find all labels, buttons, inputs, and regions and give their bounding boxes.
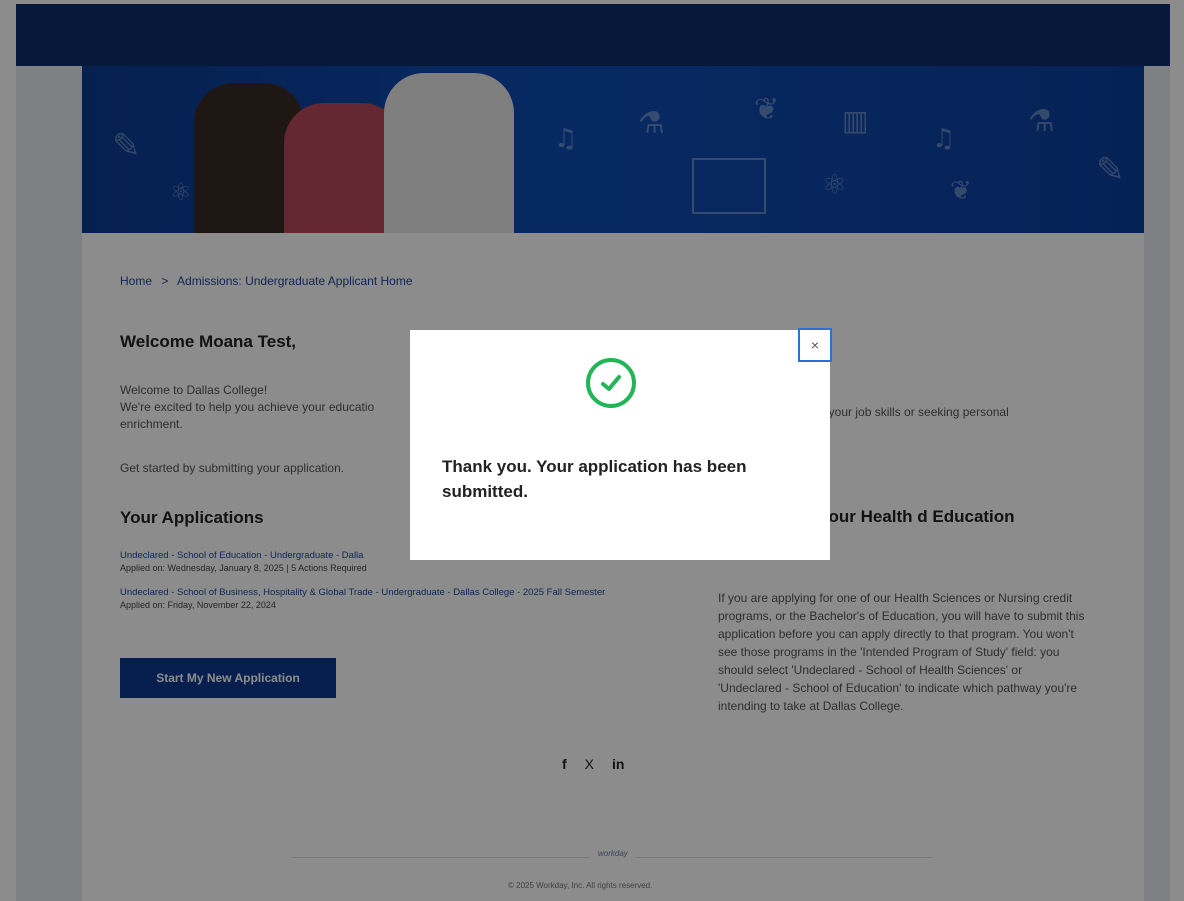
- screen: ✎ ▥ ♫ ⚗ ❦ ⚛ ▥ ♫ ❦ ⚗ ✎ ⚛ Home > Admission…: [0, 0, 1184, 901]
- check-circle-icon: [586, 358, 636, 408]
- success-dialog: × Thank you. Your application has been s…: [410, 328, 832, 560]
- success-message: Thank you. Your application has been sub…: [442, 457, 747, 501]
- checkmark-icon: [601, 375, 621, 391]
- close-button[interactable]: ×: [798, 328, 832, 362]
- close-icon: ×: [810, 337, 820, 353]
